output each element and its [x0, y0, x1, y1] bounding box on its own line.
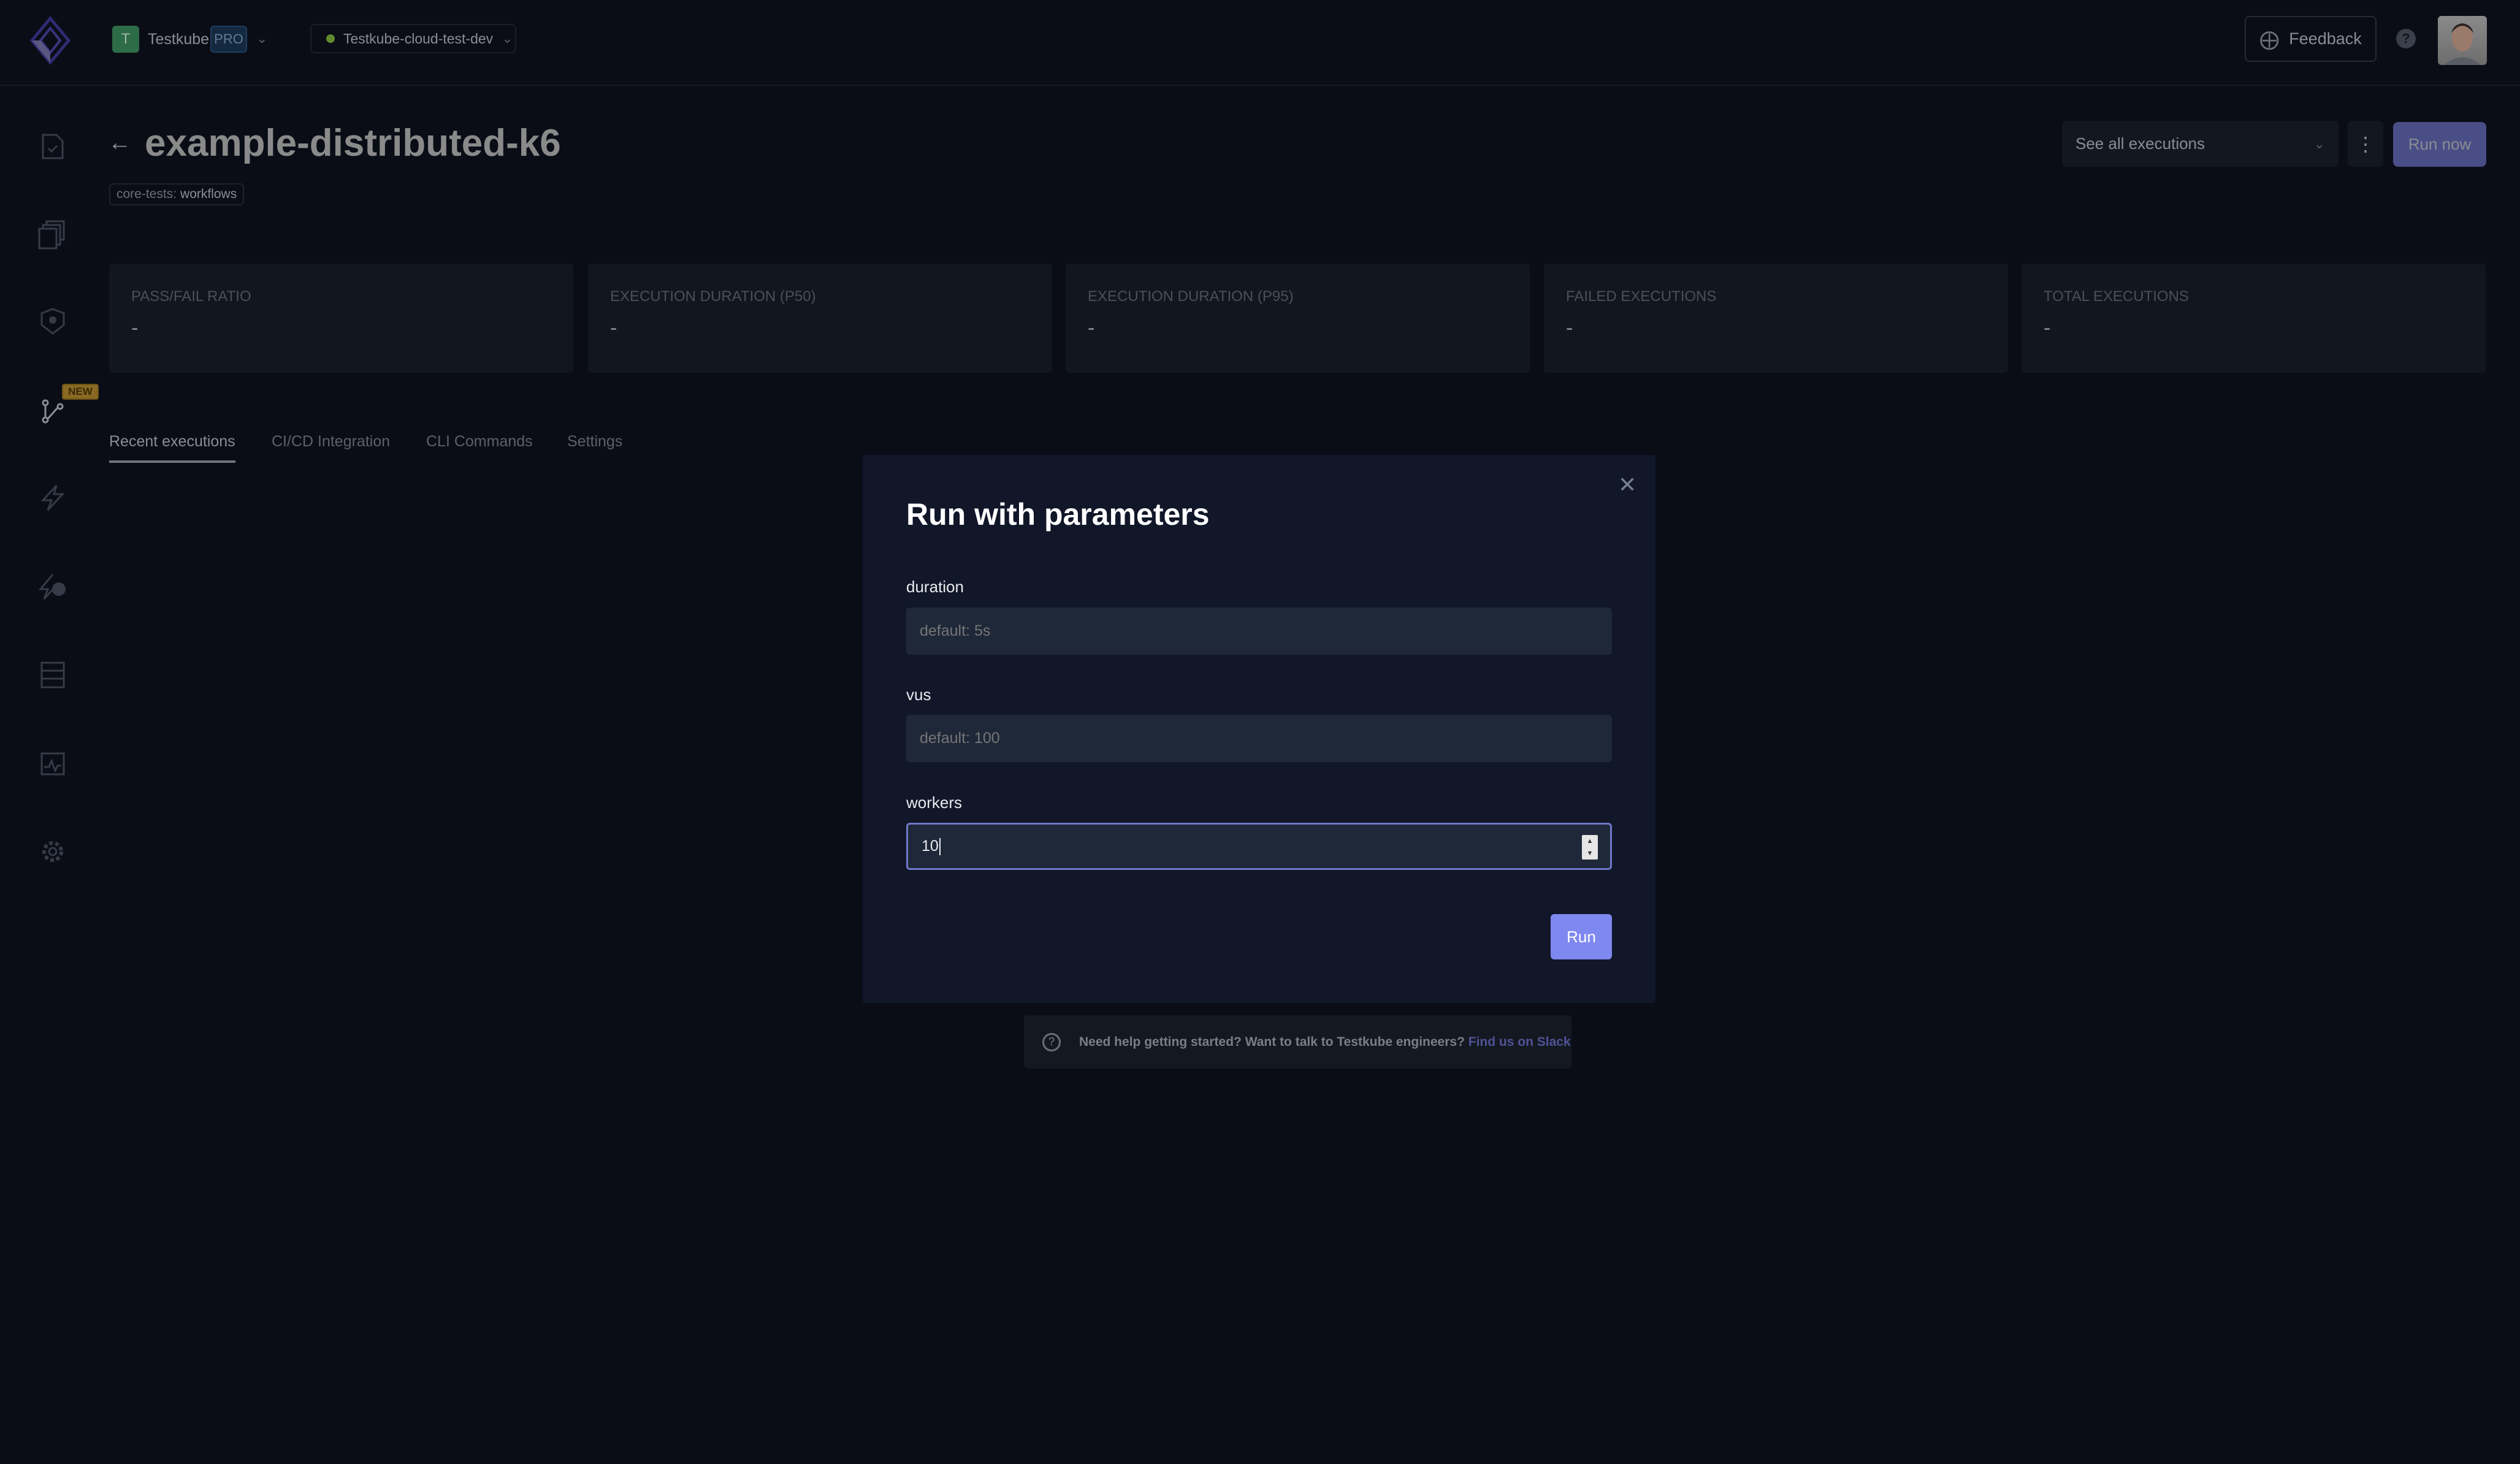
- feedback-button[interactable]: ⨁ Feedback: [2245, 16, 2377, 62]
- tag-value: workflows: [180, 187, 237, 201]
- org-chevron-down-icon[interactable]: ⌄: [256, 31, 267, 47]
- duration-label: duration: [906, 578, 964, 596]
- stepper-up-icon[interactable]: ▲: [1587, 837, 1594, 845]
- environment-status-dot: [326, 34, 335, 43]
- vus-label: vus: [906, 685, 931, 704]
- page-title: example-distributed-k6: [145, 122, 561, 164]
- executors-clipboard-icon[interactable]: [38, 749, 67, 778]
- workers-label: workers: [906, 793, 963, 812]
- stat-label: PASS/FAIL RATIO: [131, 288, 251, 305]
- label-tag: core-tests: workflows: [109, 183, 245, 205]
- stat-label: EXECUTION DURATION (P95): [1088, 288, 1294, 305]
- chevron-down-icon: ⌄: [2313, 135, 2325, 151]
- help-text: Need help getting started? Want to talk …: [1079, 1034, 1465, 1049]
- tests-icon[interactable]: [38, 131, 67, 161]
- run-with-parameters-dialog: Run with parameters ✕ duration vus worke…: [863, 455, 1655, 1003]
- run-button[interactable]: Run: [1551, 914, 1612, 959]
- stat-value: -: [1566, 316, 1573, 340]
- org-avatar[interactable]: T: [112, 26, 139, 53]
- question-circle-icon: ?: [1042, 1032, 1061, 1051]
- stat-card-duration-p50: EXECUTION DURATION (P50) -: [588, 264, 1052, 373]
- workers-input[interactable]: 10 ▲ ▼: [906, 823, 1612, 870]
- stat-card-duration-p95: EXECUTION DURATION (P95) -: [1066, 264, 1530, 373]
- help-banner: ? Need help getting started? Want to tal…: [1024, 1015, 1571, 1069]
- number-stepper[interactable]: ▲ ▼: [1582, 835, 1598, 860]
- vus-input[interactable]: [906, 715, 1612, 762]
- stat-value: -: [131, 316, 139, 340]
- stepper-down-icon[interactable]: ▼: [1587, 850, 1594, 857]
- trigger-bolt-icon[interactable]: [38, 483, 67, 513]
- org-name[interactable]: Testkube: [148, 31, 209, 48]
- more-options-icon[interactable]: ⋮: [2348, 121, 2383, 167]
- settings-gear-icon[interactable]: [38, 837, 67, 866]
- chevron-down-icon: ⌄: [502, 31, 513, 46]
- stat-value: -: [610, 316, 617, 340]
- run-now-button[interactable]: Run now: [2393, 122, 2486, 167]
- environment-selector[interactable]: Testkube-cloud-test-dev ⌄: [310, 24, 516, 53]
- executions-select[interactable]: See all executions ⌄: [2062, 121, 2339, 167]
- webhook-bolt-icon[interactable]: [38, 572, 67, 601]
- dialog-title: Run with parameters: [906, 497, 1210, 532]
- slack-icon: ⨁: [2259, 28, 2280, 50]
- tab-ci-cd-integration[interactable]: CI/CD Integration: [272, 433, 390, 451]
- feedback-label: Feedback: [2289, 29, 2362, 48]
- workflow-branch-icon[interactable]: [38, 397, 67, 426]
- testkube-logo[interactable]: [28, 16, 72, 68]
- tab-settings[interactable]: Settings: [567, 433, 622, 451]
- new-badge: NEW: [62, 384, 99, 400]
- stat-value: -: [2044, 316, 2051, 340]
- sources-server-icon[interactable]: [38, 660, 67, 690]
- plan-badge: PRO: [210, 26, 247, 53]
- executions-select-label: See all executions: [2075, 134, 2205, 153]
- help-icon[interactable]: ?: [2396, 29, 2416, 48]
- stat-label: EXECUTION DURATION (P50): [610, 288, 816, 305]
- stat-card-failed: FAILED EXECUTIONS -: [1544, 264, 2008, 373]
- stat-card-total: TOTAL EXECUTIONS -: [2022, 264, 2486, 373]
- stat-card-pass-fail: PASS/FAIL RATIO -: [109, 264, 573, 373]
- tab-recent-executions[interactable]: Recent executions: [109, 433, 235, 463]
- shield-gear-icon[interactable]: [38, 307, 67, 336]
- close-icon[interactable]: ✕: [1618, 472, 1636, 498]
- stat-value: -: [1088, 316, 1095, 340]
- tab-cli-commands[interactable]: CLI Commands: [426, 433, 533, 451]
- test-suites-icon[interactable]: [38, 220, 67, 250]
- environment-name: Testkube-cloud-test-dev: [343, 30, 494, 47]
- stat-label: TOTAL EXECUTIONS: [2044, 288, 2189, 305]
- duration-input[interactable]: [906, 608, 1612, 655]
- back-arrow-icon[interactable]: ←: [108, 130, 131, 156]
- workers-value: 10: [922, 837, 939, 855]
- tag-key: core-tests:: [116, 187, 177, 201]
- stat-label: FAILED EXECUTIONS: [1566, 288, 1717, 305]
- user-avatar[interactable]: [2438, 16, 2487, 65]
- slack-link[interactable]: Find us on Slack: [1468, 1035, 1571, 1049]
